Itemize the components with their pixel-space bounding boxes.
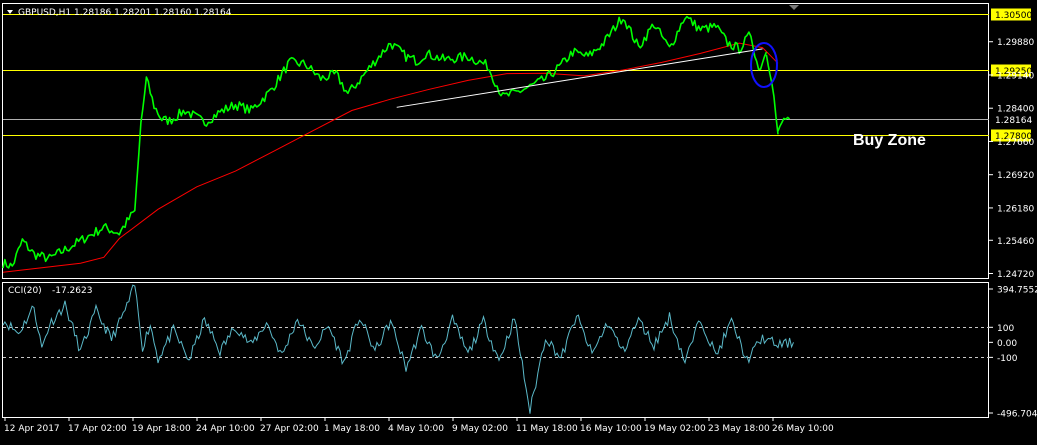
time-tick-label: 9 May 02:00 xyxy=(452,424,508,434)
cci-current-value: -17.2623 xyxy=(52,286,92,296)
cci-line xyxy=(2,284,794,414)
time-tick-label: 23 May 18:00 xyxy=(708,424,770,434)
cci-tick-label: 0.00 xyxy=(997,339,1017,349)
cci-title: CCI(20) xyxy=(8,286,42,296)
cci-axis: 394.7552 100 0.00 -100 -496.704 xyxy=(989,286,1037,420)
time-tick-label: 17 Apr 02:00 xyxy=(68,424,127,434)
time-tick-label: 19 May 02:00 xyxy=(644,424,706,434)
price-tick-label: 1.24720 xyxy=(997,270,1034,280)
cci-layer xyxy=(2,284,989,414)
time-axis: 12 Apr 2017 17 Apr 02:00 19 Apr 18:00 24 Ap… xyxy=(4,417,834,434)
cci-panel-frame xyxy=(2,282,989,418)
moving-average-line xyxy=(2,42,779,273)
time-tick-label: 16 May 10:00 xyxy=(580,424,642,434)
chart-window[interactable]: 1.30500 1.29250 1.28164 1.27800 1.29880 1.291… xyxy=(0,0,1037,441)
cci-tick-label: 394.7552 xyxy=(997,286,1037,296)
price-line-price xyxy=(2,15,768,269)
symbol-header: GBPUSD,H1 1.28186 1.28201 1.28160 1.2816… xyxy=(18,8,232,18)
price-tick-label: 1.28400 xyxy=(997,105,1034,115)
chart-canvas[interactable]: 1.305001.292501.281641.278001.298801.291… xyxy=(0,0,1037,441)
time-tick-label: 24 Apr 10:00 xyxy=(196,424,255,434)
price-tick-label: 1.29880 xyxy=(997,38,1034,48)
price-tick-label: 1.25460 xyxy=(997,237,1034,247)
time-tick-label: 27 Apr 02:00 xyxy=(260,424,319,434)
price-tick-label: 1.26180 xyxy=(997,204,1034,214)
buy-zone-label: Buy Zone xyxy=(853,132,926,149)
price-layer xyxy=(2,15,791,269)
time-tick-label: 12 Apr 2017 xyxy=(4,424,60,434)
trendline-layer xyxy=(396,48,763,108)
scroll-marker-icon[interactable] xyxy=(789,5,799,10)
level-price-label: 1.30500 xyxy=(995,11,1032,21)
price-axis: 1.305001.292501.281641.278001.298801.291… xyxy=(989,8,1034,280)
time-tick-label: 4 May 10:00 xyxy=(388,424,444,434)
time-tick-label: 1 May 18:00 xyxy=(324,424,380,434)
price-tick-label: 1.26920 xyxy=(997,171,1034,181)
main-chart-frame xyxy=(2,3,989,279)
cci-tick-label: 100 xyxy=(997,324,1014,334)
time-tick-label: 19 Apr 18:00 xyxy=(132,424,191,434)
level-price-label: 1.28164 xyxy=(995,116,1032,126)
cci-tick-label: -496.704 xyxy=(997,410,1037,420)
time-tick-label: 11 May 18:00 xyxy=(516,424,578,434)
cci-tick-label: -100 xyxy=(997,354,1018,364)
support-trendline[interactable] xyxy=(396,48,763,108)
moving-average-layer xyxy=(2,42,779,273)
triangle-down-icon[interactable] xyxy=(7,10,13,14)
price-tick-label: 1.27660 xyxy=(997,138,1034,148)
price-tick-label: 1.29140 xyxy=(997,71,1034,81)
time-tick-label: 26 May 10:00 xyxy=(772,424,834,434)
